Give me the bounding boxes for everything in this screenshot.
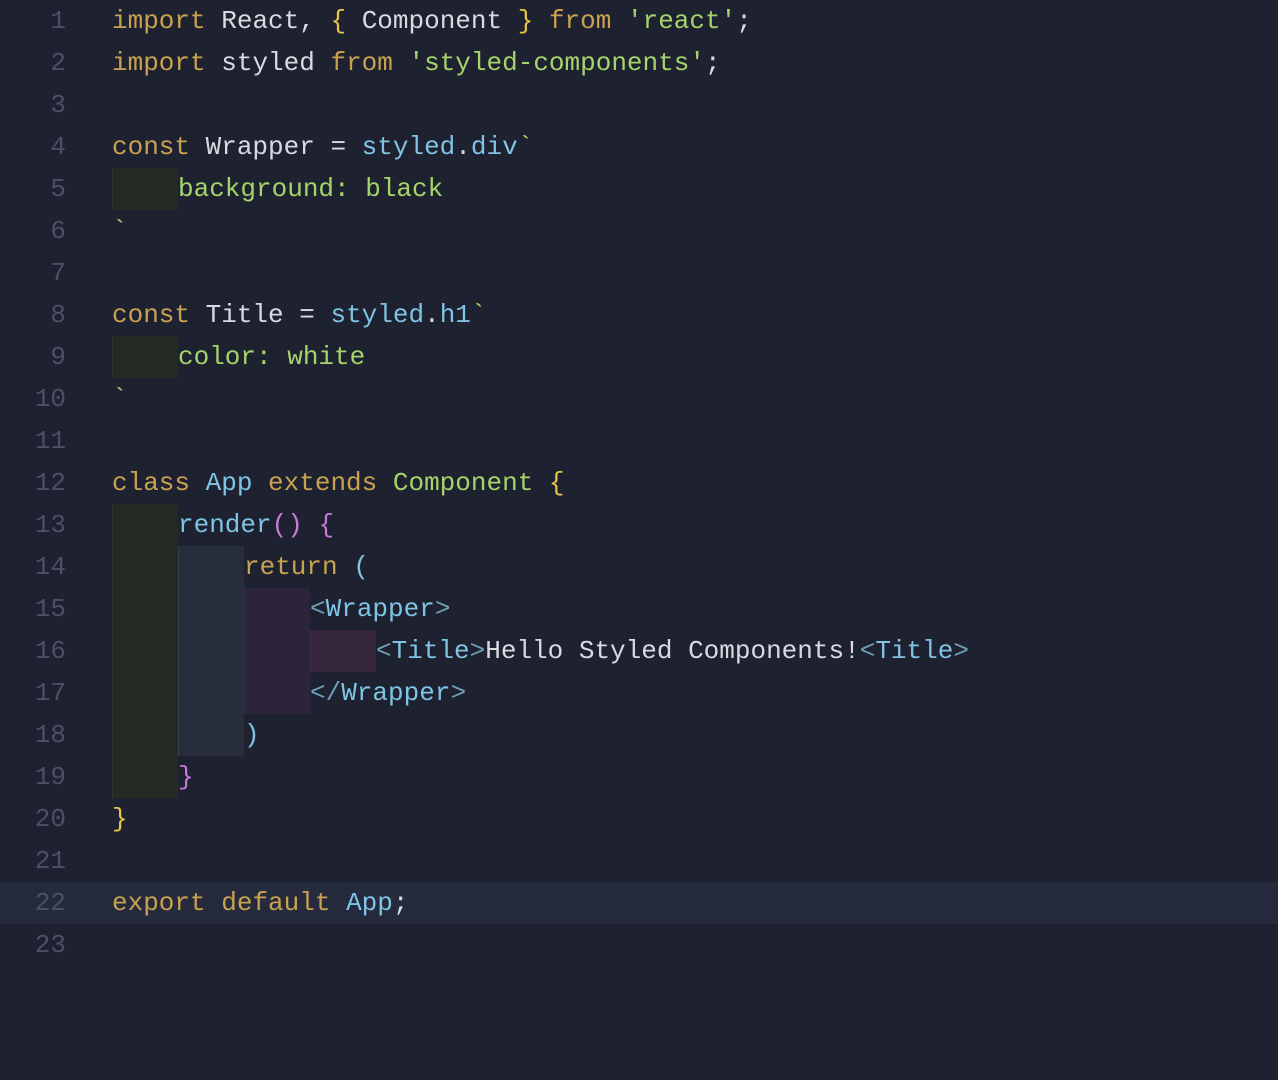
- code-content: class App extends Component {: [88, 462, 565, 504]
- indent-guide: [112, 588, 178, 630]
- line-number: 20: [0, 798, 88, 840]
- indent-guide: [112, 714, 178, 756]
- code-content: import React, { Component } from 'react'…: [88, 0, 752, 42]
- line-number: 1: [0, 0, 88, 42]
- code-line[interactable]: 14 return (: [0, 546, 1278, 588]
- code-editor[interactable]: 1 import React, { Component } from 'reac…: [0, 0, 1278, 1080]
- line-number: 8: [0, 294, 88, 336]
- indent-guide: [178, 672, 244, 714]
- code-content: color: white: [88, 336, 365, 378]
- code-line[interactable]: 4 const Wrapper = styled.div`: [0, 126, 1278, 168]
- code-content: const Title = styled.h1`: [88, 294, 487, 336]
- line-number: 12: [0, 462, 88, 504]
- code-line[interactable]: 17 </Wrapper>: [0, 672, 1278, 714]
- code-content: `: [88, 210, 128, 252]
- line-number: 23: [0, 924, 88, 966]
- code-content: const Wrapper = styled.div`: [88, 126, 533, 168]
- indent-guide: [244, 630, 310, 672]
- code-line[interactable]: 15 <Wrapper>: [0, 588, 1278, 630]
- code-line[interactable]: 21: [0, 840, 1278, 882]
- line-number: 15: [0, 588, 88, 630]
- line-number: 10: [0, 378, 88, 420]
- line-number: 4: [0, 126, 88, 168]
- code-content: }: [88, 798, 128, 840]
- indent-guide: [112, 756, 178, 798]
- indent-guide: [112, 546, 178, 588]
- indent-guide: [112, 630, 178, 672]
- line-number: 5: [0, 168, 88, 210]
- code-line[interactable]: 3: [0, 84, 1278, 126]
- line-number: 14: [0, 546, 88, 588]
- line-number: 13: [0, 504, 88, 546]
- code-line[interactable]: 5 background: black: [0, 168, 1278, 210]
- line-number: 3: [0, 84, 88, 126]
- code-content: background: black: [88, 168, 443, 210]
- code-content: <Title>Hello Styled Components!<Title>: [88, 630, 969, 672]
- code-content: return (: [88, 546, 369, 588]
- code-content: render() {: [88, 504, 334, 546]
- code-content: `: [88, 378, 128, 420]
- indent-guide: [178, 546, 244, 588]
- indent-guide: [244, 588, 310, 630]
- code-line[interactable]: 19 }: [0, 756, 1278, 798]
- code-line[interactable]: 12 class App extends Component {: [0, 462, 1278, 504]
- code-content: }: [88, 756, 194, 798]
- indent-guide: [178, 714, 244, 756]
- code-line-highlighted[interactable]: 22 export default App;: [0, 882, 1278, 924]
- code-content: import styled from 'styled-components';: [88, 42, 721, 84]
- indent-guide: [178, 630, 244, 672]
- line-number: 18: [0, 714, 88, 756]
- code-line[interactable]: 23: [0, 924, 1278, 966]
- indent-guide: [112, 336, 178, 378]
- line-number: 22: [0, 882, 88, 924]
- code-line[interactable]: 10 `: [0, 378, 1278, 420]
- code-line[interactable]: 20 }: [0, 798, 1278, 840]
- line-number: 6: [0, 210, 88, 252]
- line-number: 19: [0, 756, 88, 798]
- indent-guide: [112, 672, 178, 714]
- indent-guide: [112, 168, 178, 210]
- code-line[interactable]: 11: [0, 420, 1278, 462]
- indent-guide: [310, 630, 376, 672]
- indent-guide: [112, 504, 178, 546]
- line-number: 11: [0, 420, 88, 462]
- line-number: 9: [0, 336, 88, 378]
- code-line[interactable]: 1 import React, { Component } from 'reac…: [0, 0, 1278, 42]
- line-number: 21: [0, 840, 88, 882]
- indent-guide: [244, 672, 310, 714]
- code-content: </Wrapper>: [88, 672, 466, 714]
- code-content: ): [88, 714, 260, 756]
- code-line[interactable]: 13 render() {: [0, 504, 1278, 546]
- line-number: 16: [0, 630, 88, 672]
- code-line[interactable]: 2 import styled from 'styled-components'…: [0, 42, 1278, 84]
- line-number: 7: [0, 252, 88, 294]
- code-line[interactable]: 9 color: white: [0, 336, 1278, 378]
- code-content: export default App;: [88, 882, 408, 924]
- code-line[interactable]: 6 `: [0, 210, 1278, 252]
- code-line[interactable]: 7: [0, 252, 1278, 294]
- code-content: <Wrapper>: [88, 588, 450, 630]
- code-line[interactable]: 8 const Title = styled.h1`: [0, 294, 1278, 336]
- indent-guide: [178, 588, 244, 630]
- line-number: 2: [0, 42, 88, 84]
- code-line[interactable]: 18 ): [0, 714, 1278, 756]
- code-line[interactable]: 16 <Title>Hello Styled Components!<Title…: [0, 630, 1278, 672]
- line-number: 17: [0, 672, 88, 714]
